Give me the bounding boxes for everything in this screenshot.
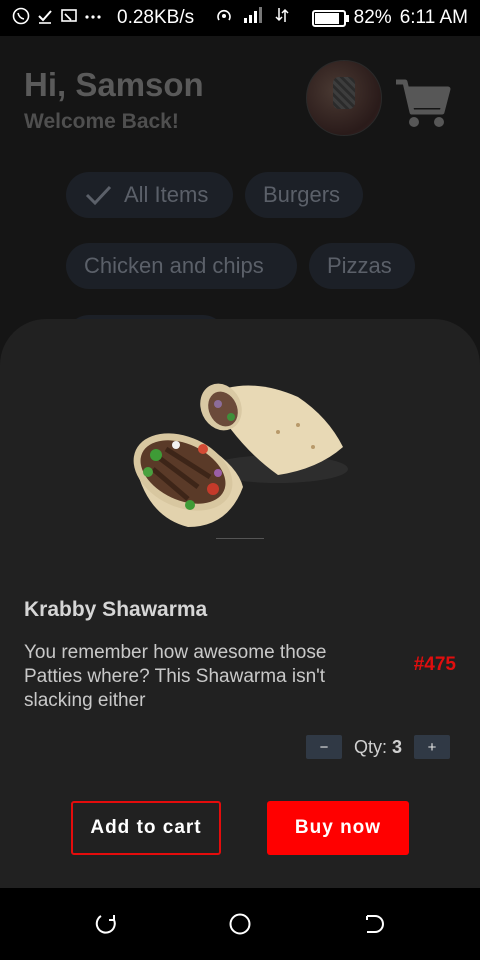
navigation-bar — [0, 888, 480, 960]
product-bottom-sheet: Krabby Shawarma You remember how awesome… — [0, 319, 480, 888]
chip-label: Chicken and chips — [84, 253, 264, 278]
hotspot-icon — [215, 6, 233, 29]
chip-pizzas[interactable]: Pizzas — [309, 243, 415, 289]
page-title: Hi, Samson — [24, 66, 204, 103]
avatar[interactable] — [306, 60, 382, 136]
more-icon — [84, 7, 102, 30]
status-bar: 0.28KB/s 82% 6:11 AM — [0, 0, 480, 36]
battery-icon — [311, 9, 349, 27]
whatsapp-icon — [12, 7, 30, 30]
qty-label: Qty: — [353, 736, 387, 757]
chip-label: Burgers — [263, 182, 341, 207]
home-icon[interactable] — [228, 912, 252, 936]
decrease-qty-button[interactable]: − — [305, 735, 342, 759]
add-to-cart-button[interactable]: Add to cart — [71, 801, 221, 855]
battery-percent: 82% — [353, 7, 392, 28]
signal-icon — [243, 6, 265, 29]
chip-all-items[interactable]: All Items — [66, 172, 233, 218]
product-description: You remember how awesome those Patties w… — [24, 642, 327, 711]
notification-icons — [12, 7, 102, 30]
cart-icon[interactable] — [392, 74, 452, 134]
qty-value: 3 — [391, 736, 402, 757]
qty-display: Qty: 3 — [354, 737, 402, 758]
shawarma-image — [128, 377, 352, 532]
quantity-stepper: − Qty: 3 + — [305, 735, 450, 759]
greeting: Hi, Samson Welcome Back! — [24, 66, 204, 134]
check-icon — [36, 7, 54, 30]
recent-apps-icon[interactable] — [95, 912, 119, 936]
product-name: Krabby Shawarma — [24, 598, 208, 621]
chip-label: Pizzas — [327, 253, 392, 278]
page-subtitle: Welcome Back! — [24, 110, 179, 133]
net-speed: 0.28KB/s — [117, 7, 195, 28]
cast-icon — [60, 7, 78, 30]
back-icon[interactable] — [361, 912, 385, 936]
chip-burgers[interactable]: Burgers — [245, 172, 363, 218]
clock: 6:11 AM — [399, 7, 468, 28]
increase-qty-button[interactable]: + — [414, 735, 450, 759]
product-price: #475 — [413, 654, 456, 675]
chip-label: All Items — [124, 182, 209, 207]
chip-chicken-and-chips[interactable]: Chicken and chips — [66, 243, 297, 289]
data-icon — [275, 6, 289, 29]
check-icon — [85, 185, 112, 206]
buy-now-button[interactable]: Buy now — [267, 801, 409, 855]
divider — [216, 538, 264, 539]
